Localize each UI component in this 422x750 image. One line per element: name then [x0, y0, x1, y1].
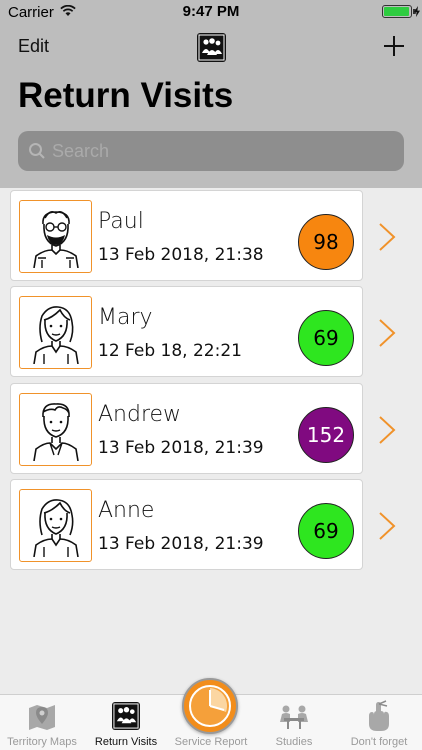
visit-row[interactable]: Paul 13 Feb 2018, 21:38 98 [10, 190, 363, 281]
visit-name: Andrew [98, 402, 182, 427]
visit-count: 152 [306, 423, 346, 447]
tab-label: Studies [275, 736, 313, 748]
tab-label: Territory Maps [7, 736, 77, 748]
tab-territory-maps[interactable]: Territory Maps [0, 695, 84, 750]
visit-name: Mary [98, 305, 153, 330]
visit-row[interactable]: Mary 12 Feb 18, 22:21 69 [10, 286, 363, 377]
visit-count: 69 [313, 519, 339, 543]
search-input[interactable] [52, 137, 392, 165]
tab-label: Don't forget [350, 736, 408, 748]
visit-date: 13 Feb 2018, 21:38 [98, 245, 264, 265]
search-bar[interactable] [18, 131, 404, 171]
plus-icon[interactable] [382, 34, 406, 58]
young-man-avatar [19, 393, 92, 466]
visit-count: 98 [313, 230, 339, 254]
visit-name: Anne [98, 498, 155, 523]
finger-ribbon-icon [369, 700, 389, 731]
people-icon [112, 702, 140, 730]
visit-name: Paul [98, 209, 144, 234]
visit-row[interactable]: Andrew 13 Feb 2018, 21:39 152 [10, 383, 363, 474]
status-bar: Carrier 9:47 PM [0, 0, 422, 24]
study-table-icon [280, 705, 308, 729]
visit-date: 13 Feb 2018, 21:39 [98, 438, 264, 458]
clock-icon[interactable] [182, 678, 238, 734]
man-beard-avatar [19, 200, 92, 273]
visit-count: 69 [313, 326, 339, 350]
visit-date: 12 Feb 18, 22:21 [98, 341, 242, 361]
search-icon [29, 143, 45, 159]
charging-icon [414, 6, 420, 17]
woman-avatar [19, 489, 92, 562]
battery-icon [382, 5, 412, 18]
map-icon [29, 705, 55, 730]
page-title: Return Visits [18, 76, 234, 115]
chevron-right-icon[interactable] [378, 415, 396, 445]
visit-count-badge: 98 [298, 214, 354, 270]
visit-count-badge: 69 [298, 503, 354, 559]
tab-label: Service Report [174, 736, 248, 748]
visit-row[interactable]: Anne 13 Feb 2018, 21:39 69 [10, 479, 363, 570]
people-logo-icon [197, 33, 226, 62]
edit-button[interactable]: Edit [18, 36, 49, 57]
visit-count-badge: 69 [298, 310, 354, 366]
tab-studies[interactable]: Studies [252, 695, 336, 750]
chevron-right-icon[interactable] [378, 318, 396, 348]
tab-dont-forget[interactable]: Don't forget [336, 695, 422, 750]
tab-return-visits[interactable]: Return Visits [84, 695, 168, 750]
tab-label: Return Visits [94, 736, 158, 748]
woman-avatar [19, 296, 92, 369]
status-time: 9:47 PM [182, 3, 240, 20]
visit-count-badge: 152 [298, 407, 354, 463]
header: Carrier 9:47 PM Edit Return Visits [0, 0, 422, 188]
chevron-right-icon[interactable] [378, 222, 396, 252]
visit-date: 13 Feb 2018, 21:39 [98, 534, 264, 554]
chevron-right-icon[interactable] [378, 511, 396, 541]
